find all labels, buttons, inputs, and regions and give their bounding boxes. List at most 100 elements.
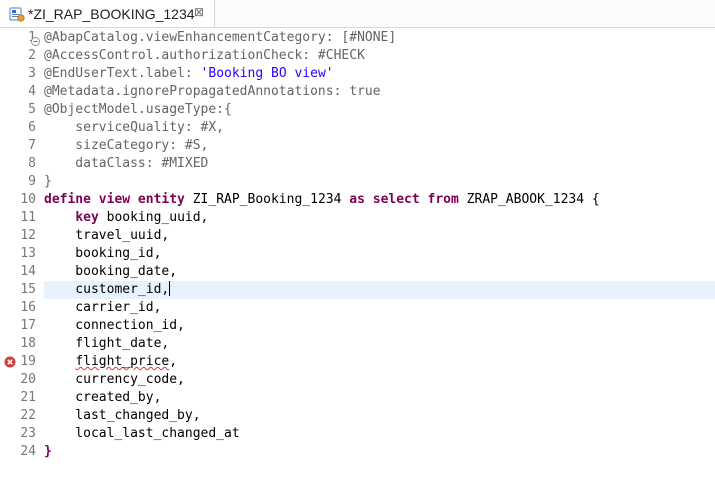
- code-token: last_changed_by,: [44, 408, 201, 423]
- code-line[interactable]: 6 serviceQuality: #X,: [0, 119, 715, 137]
- code-token: ,: [169, 354, 178, 369]
- code-line[interactable]: 15 customer_id,: [0, 281, 715, 299]
- code-line[interactable]: 2 @AccessControl.authorizationCheck: #CHE…: [0, 47, 715, 65]
- code-token: key: [75, 210, 99, 225]
- line-number: 2: [28, 48, 36, 63]
- line-number: 8: [28, 156, 36, 171]
- code-token: carrier_id,: [44, 300, 162, 315]
- code-line[interactable]: 21 created_by,: [0, 389, 715, 407]
- line-number: 17: [20, 318, 36, 333]
- code-token: currency_code,: [44, 372, 185, 387]
- code-token: booking_id,: [44, 246, 162, 261]
- code-text[interactable]: created_by,: [44, 389, 715, 407]
- editor-tab-bar: *ZI_RAP_BOOKING_1234 ⊠: [0, 0, 715, 28]
- code-token: flight_price: [75, 354, 170, 369]
- code-token: @EndUserText.label:: [44, 66, 201, 81]
- code-token: @AccessControl.authorizationCheck: #CHEC…: [44, 48, 365, 63]
- code-text[interactable]: connection_id,: [44, 317, 715, 335]
- fold-toggle-icon[interactable]: [31, 34, 40, 46]
- code-line[interactable]: 7 sizeCategory: #S,: [0, 137, 715, 155]
- code-text[interactable]: booking_id,: [44, 245, 715, 263]
- code-text[interactable]: dataClass: #MIXED: [44, 155, 715, 173]
- code-line[interactable]: 11 key booking_uuid,: [0, 209, 715, 227]
- code-token: flight_date,: [44, 336, 170, 351]
- code-token: local_last_changed_at: [44, 426, 240, 441]
- code-editor[interactable]: 1 @AbapCatalog.viewEnhancementCategory: […: [0, 28, 715, 482]
- line-number: 22: [20, 408, 36, 423]
- code-line[interactable]: 24}: [0, 443, 715, 461]
- code-text[interactable]: currency_code,: [44, 371, 715, 389]
- code-line[interactable]: 12 travel_uuid,: [0, 227, 715, 245]
- code-token: }: [44, 174, 52, 189]
- code-token: booking_date,: [44, 264, 178, 279]
- code-text[interactable]: carrier_id,: [44, 299, 715, 317]
- code-text[interactable]: @ObjectModel.usageType:{: [44, 101, 715, 119]
- code-text[interactable]: booking_date,: [44, 263, 715, 281]
- code-text[interactable]: @AccessControl.authorizationCheck: #CHEC…: [44, 47, 715, 65]
- line-number: 15: [20, 282, 36, 297]
- code-token: define view entity: [44, 192, 185, 207]
- code-text[interactable]: @EndUserText.label: 'Booking BO view': [44, 65, 715, 83]
- line-number: 5: [28, 102, 36, 117]
- line-number: 24: [20, 444, 36, 459]
- code-line[interactable]: 1 @AbapCatalog.viewEnhancementCategory: […: [0, 29, 715, 47]
- code-line[interactable]: 17 connection_id,: [0, 317, 715, 335]
- code-line[interactable]: 19 flight_price,: [0, 353, 715, 371]
- code-token: @ObjectModel.usageType:{: [44, 102, 232, 117]
- code-line[interactable]: 13 booking_id,: [0, 245, 715, 263]
- editor-window: *ZI_RAP_BOOKING_1234 ⊠ 1 @AbapCatalog.vie…: [0, 0, 715, 482]
- code-token: ZRAP_ABOOK_1234 {: [458, 192, 600, 207]
- code-token: created_by,: [44, 390, 162, 405]
- code-line[interactable]: 18 flight_date,: [0, 335, 715, 353]
- code-line[interactable]: 5 @ObjectModel.usageType:{: [0, 101, 715, 119]
- line-number: 9: [28, 174, 36, 189]
- line-number: 23: [20, 426, 36, 441]
- code-token: 'Booking BO view': [200, 66, 334, 81]
- code-text[interactable]: @AbapCatalog.viewEnhancementCategory: [#…: [44, 29, 715, 47]
- code-token: ZI_RAP_Booking_1234: [184, 192, 350, 207]
- line-number: 13: [20, 246, 36, 261]
- code-text[interactable]: flight_price,: [44, 353, 715, 371]
- code-line[interactable]: 14 booking_date,: [0, 263, 715, 281]
- line-number: 14: [20, 264, 36, 279]
- code-text[interactable]: local_last_changed_at: [44, 425, 715, 443]
- code-token: @AbapCatalog.viewEnhancementCategory: [#…: [44, 30, 397, 45]
- code-text[interactable]: last_changed_by,: [44, 407, 715, 425]
- code-line[interactable]: 9}: [0, 173, 715, 191]
- line-number: 20: [20, 372, 36, 387]
- editor-tab[interactable]: *ZI_RAP_BOOKING_1234 ⊠: [0, 0, 215, 27]
- close-icon[interactable]: ⊠: [192, 5, 206, 19]
- code-line[interactable]: 16 carrier_id,: [0, 299, 715, 317]
- code-text[interactable]: @Metadata.ignorePropagatedAnnotations: t…: [44, 83, 715, 101]
- line-number: 7: [28, 138, 36, 153]
- error-marker-icon[interactable]: [4, 356, 16, 368]
- code-token: booking_uuid,: [98, 210, 209, 225]
- line-number: 10: [20, 192, 36, 207]
- code-text[interactable]: key booking_uuid,: [44, 209, 715, 227]
- text-cursor: [169, 281, 171, 296]
- code-line[interactable]: 10 define view entity ZI_RAP_Booking_1234…: [0, 191, 715, 209]
- code-line[interactable]: 22 last_changed_by,: [0, 407, 715, 425]
- code-text[interactable]: travel_uuid,: [44, 227, 715, 245]
- code-line[interactable]: 20 currency_code,: [0, 371, 715, 389]
- line-number: 18: [20, 336, 36, 351]
- code-token: connection_id,: [44, 318, 185, 333]
- code-text[interactable]: serviceQuality: #X,: [44, 119, 715, 137]
- editor-tab-title: *ZI_RAP_BOOKING_1234: [28, 5, 195, 22]
- code-text[interactable]: }: [44, 443, 715, 461]
- code-text[interactable]: define view entity ZI_RAP_Booking_1234 a…: [44, 191, 715, 209]
- code-line[interactable]: 4 @Metadata.ignorePropagatedAnnotations: …: [0, 83, 715, 101]
- code-text[interactable]: }: [44, 173, 715, 191]
- code-line[interactable]: 8 dataClass: #MIXED: [0, 155, 715, 173]
- line-number: 4: [28, 84, 36, 99]
- code-text[interactable]: customer_id,: [44, 281, 715, 299]
- code-text[interactable]: flight_date,: [44, 335, 715, 353]
- code-token: @Metadata.ignorePropagatedAnnotations: t…: [44, 84, 381, 99]
- code-line[interactable]: 3 @EndUserText.label: 'Booking BO view': [0, 65, 715, 83]
- code-text[interactable]: sizeCategory: #S,: [44, 137, 715, 155]
- cds-view-icon: [9, 6, 25, 22]
- line-number: 11: [20, 210, 36, 225]
- code-line[interactable]: 23 local_last_changed_at: [0, 425, 715, 443]
